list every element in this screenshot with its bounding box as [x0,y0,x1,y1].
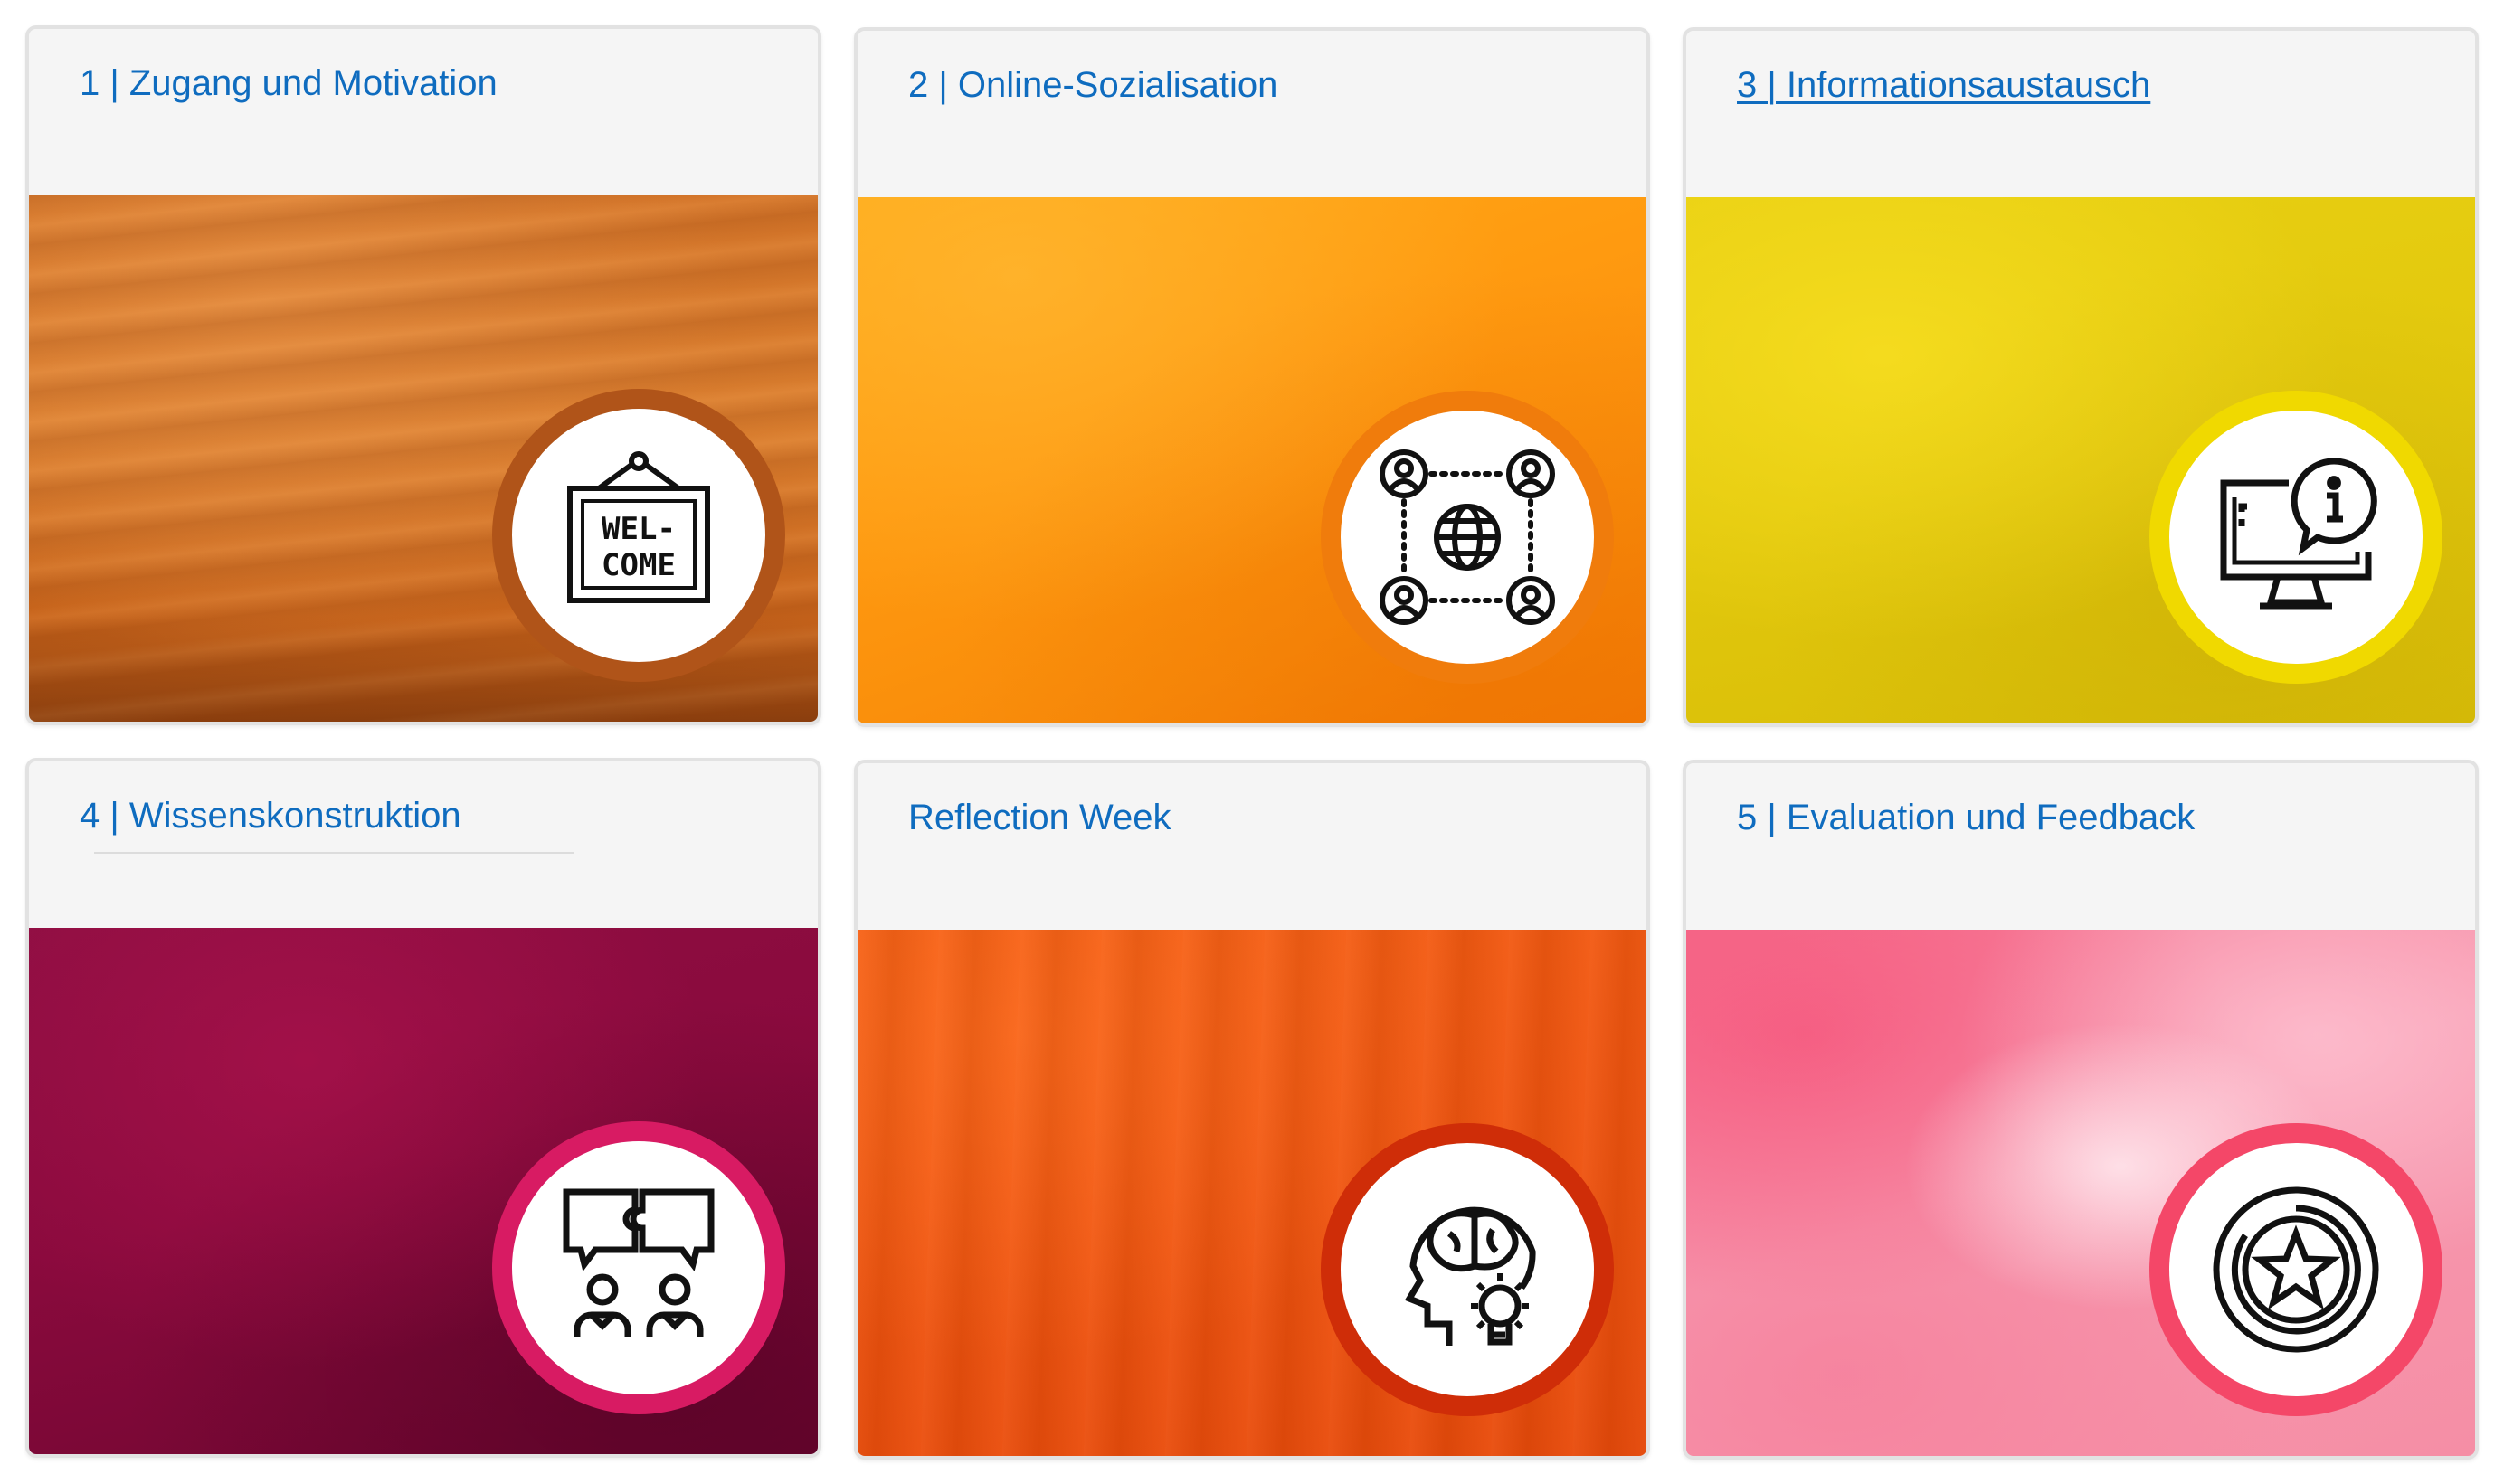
tile-image[interactable] [858,930,1646,1456]
svg-text:WEL-: WEL- [602,511,676,547]
course-tile-1[interactable]: 1 | Zugang und Motivation WEL- COME [25,25,821,725]
course-tile-2[interactable]: 2 | Online-Sozialisation [854,27,1650,727]
monitor-info-icon [2220,458,2377,610]
tile-title-link[interactable]: 3 | Informationsaustausch [1737,65,2150,106]
head-brain-idea-icon [1404,1206,1536,1346]
tile-image[interactable] [29,928,818,1454]
badge [2149,391,2442,684]
tile-image[interactable]: WEL- COME [29,195,818,722]
course-tile-6[interactable]: 5 | Evaluation und Feedback [1683,760,2479,1460]
tile-title-link[interactable]: 2 | Online-Sozialisation [908,65,1277,106]
tile-title-link[interactable]: 5 | Evaluation und Feedback [1737,798,2195,838]
star-medal-icon [2213,1186,2379,1353]
welcome-sign-icon: WEL- COME [567,451,710,603]
tile-title-link[interactable]: Reflection Week [908,798,1171,838]
course-tile-4[interactable]: 4 | Wissenskonstruktion [25,758,821,1458]
people-network-globe-icon [1380,449,1555,625]
collaboration-puzzle-icon [563,1188,715,1337]
tile-header: 1 | Zugang und Motivation [29,29,818,195]
tile-header: 3 | Informationsaustausch [1686,31,2475,197]
badge [1321,391,1614,684]
badge [2149,1123,2442,1416]
tile-header: 2 | Online-Sozialisation [858,31,1646,197]
badge [492,1121,785,1414]
svg-text:COME: COME [602,547,676,583]
course-tile-3[interactable]: 3 | Informationsaustausch [1683,27,2479,727]
tile-header: 4 | Wissenskonstruktion [29,761,818,928]
tile-image[interactable] [858,197,1646,723]
badge: WEL- COME [492,389,785,682]
tile-header: 5 | Evaluation und Feedback [1686,763,2475,930]
tile-title-link[interactable]: 1 | Zugang und Motivation [80,63,498,104]
tile-title-link[interactable]: 4 | Wissenskonstruktion [80,796,461,837]
badge [1321,1123,1614,1416]
course-tile-5[interactable]: Reflection Week [854,760,1650,1460]
tile-image[interactable] [1686,930,2475,1456]
tile-image[interactable] [1686,197,2475,723]
title-divider [94,852,574,854]
tile-header: Reflection Week [858,763,1646,930]
